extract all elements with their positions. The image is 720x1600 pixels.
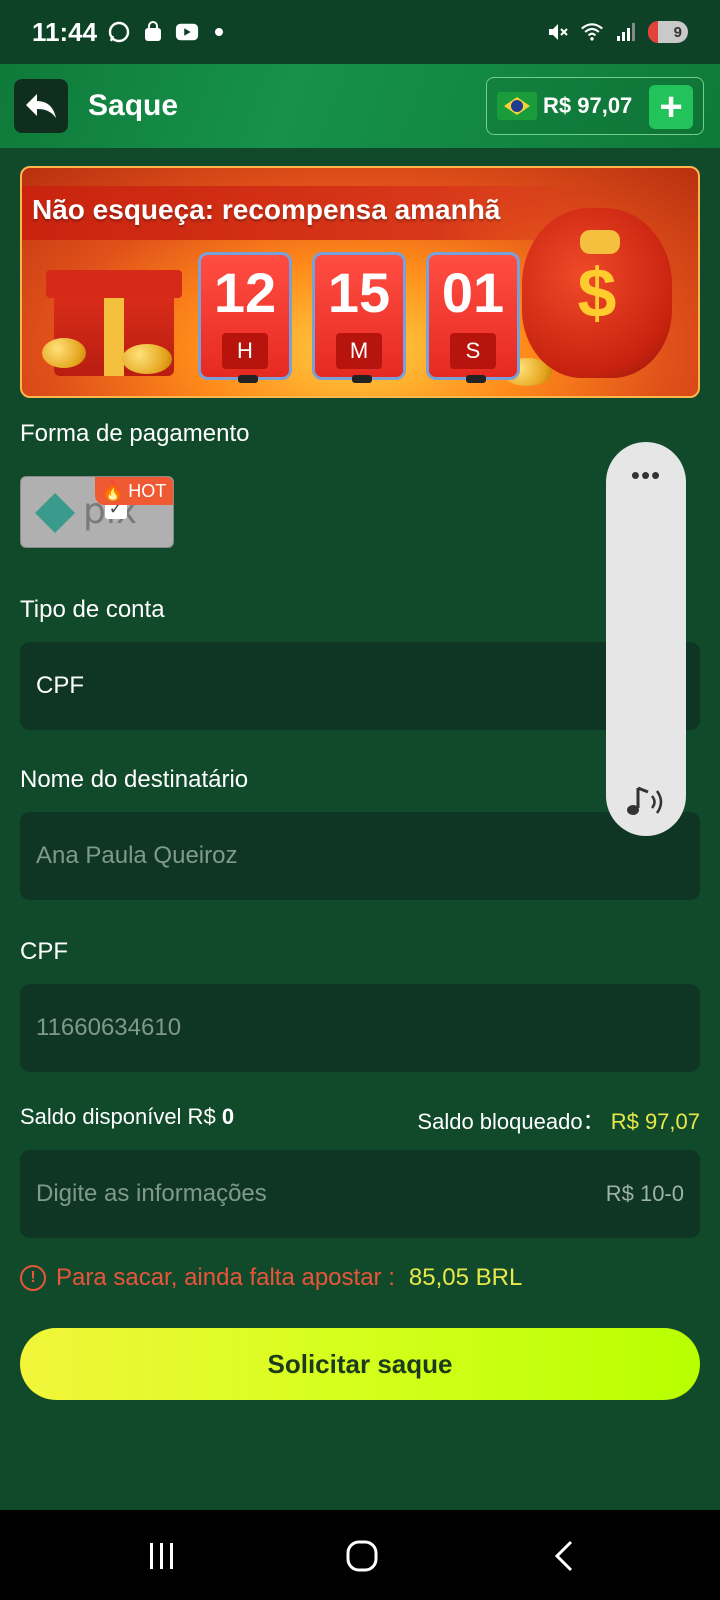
- timer-seconds: 01 S: [426, 252, 520, 383]
- wifi-icon: [580, 20, 604, 44]
- sound-icon[interactable]: [624, 782, 668, 822]
- header-bar: Saque R$ 97,07 +: [0, 64, 720, 148]
- timer-seconds-unit: S: [450, 333, 496, 369]
- floating-side-panel[interactable]: •••: [606, 442, 686, 836]
- request-withdraw-button[interactable]: Solicitar saque: [20, 1328, 700, 1400]
- recipient-name-field[interactable]: Ana Paula Queiroz: [20, 812, 700, 900]
- warning-amount: 85,05 BRL: [408, 1264, 523, 1291]
- blocked-balance: Saldo bloqueado： R$ 97,07: [417, 1104, 700, 1136]
- timer-minutes-value: 15: [327, 261, 391, 324]
- account-type-select[interactable]: CPF: [20, 642, 700, 730]
- notification-dot-icon: [215, 28, 224, 36]
- banner-title: Não esqueça: recompensa amanhã: [32, 194, 501, 225]
- back-button[interactable]: [14, 79, 68, 133]
- system-nav-bar: [0, 1510, 720, 1600]
- coin-icon: [122, 344, 172, 374]
- bag-knot: [580, 230, 620, 254]
- account-type-label: Tipo de conta: [20, 596, 165, 623]
- status-right: 9: [546, 20, 688, 44]
- status-left: 11:44: [32, 16, 224, 48]
- payment-method-label: Forma de pagamento: [20, 420, 250, 447]
- mute-icon: [546, 20, 570, 44]
- shopping-bag-icon: [141, 20, 165, 44]
- hot-badge-label: HOT: [128, 480, 167, 501]
- available-balance-label: Saldo disponível R$: [20, 1104, 216, 1129]
- timer-minutes-unit: M: [336, 333, 382, 369]
- signal-icon: [614, 20, 638, 44]
- status-bar: 11:44 9: [0, 0, 720, 64]
- coin-icon: [42, 338, 86, 368]
- timer-hours: 12 H: [198, 252, 292, 383]
- warning-text: Para sacar, ainda falta apostar :: [56, 1264, 395, 1291]
- timer-minutes: 15 M: [312, 252, 406, 383]
- page-title: Saque: [88, 89, 179, 122]
- battery-level: 9: [673, 23, 682, 41]
- home-icon[interactable]: [332, 1534, 392, 1578]
- withdraw-amount-input[interactable]: Digite as informações R$ 10-0: [20, 1150, 700, 1238]
- timer-hours-unit: H: [222, 333, 268, 369]
- blocked-balance-label: Saldo bloqueado：: [417, 1109, 605, 1134]
- brazil-flag-icon: [497, 92, 537, 120]
- back-nav-icon[interactable]: [534, 1534, 594, 1578]
- pix-payment-option[interactable]: pix ✓ 🔥 HOT: [20, 476, 174, 548]
- reward-banner[interactable]: Não esqueça: recompensa amanhã $ 12 H 15…: [20, 166, 700, 398]
- recent-apps-icon[interactable]: [132, 1534, 192, 1578]
- account-type-value: CPF: [36, 672, 84, 699]
- recipient-name-value: Ana Paula Queiroz: [36, 842, 238, 869]
- balance-info-row: Saldo disponível R$ 0 Saldo bloqueado： R…: [20, 1104, 700, 1134]
- recipient-label: Nome do destinatário: [20, 766, 249, 793]
- battery-icon: 9: [648, 21, 688, 43]
- hot-badge: 🔥 HOT: [95, 477, 173, 505]
- youtube-icon: [175, 20, 199, 44]
- pix-logo-icon: [35, 493, 75, 533]
- cpf-label: CPF: [20, 938, 68, 965]
- more-options-icon[interactable]: •••: [606, 460, 686, 491]
- deposit-plus-button[interactable]: +: [649, 85, 693, 129]
- fire-icon: 🔥: [101, 480, 125, 501]
- cpf-value: 11660634610: [36, 1014, 182, 1041]
- status-time: 11:44: [32, 16, 98, 47]
- blocked-balance-value: R$ 97,07: [610, 1109, 700, 1134]
- back-arrow-icon: [26, 94, 56, 118]
- available-balance: Saldo disponível R$ 0: [20, 1104, 234, 1130]
- balance-amount: R$ 97,07: [543, 93, 633, 118]
- timer-hours-value: 12: [213, 261, 277, 324]
- available-balance-value: 0: [221, 1104, 235, 1129]
- balance-box[interactable]: R$ 97,07 +: [486, 77, 704, 135]
- timer-seconds-value: 01: [441, 261, 505, 324]
- withdraw-amount-placeholder: Digite as informações: [36, 1180, 267, 1207]
- whatsapp-icon: [107, 20, 131, 44]
- bet-requirement-warning: ! Para sacar, ainda falta apostar : 85,0…: [20, 1262, 522, 1294]
- withdraw-amount-range: R$ 10-0: [605, 1181, 684, 1206]
- warning-icon: !: [20, 1265, 46, 1291]
- cpf-field[interactable]: 11660634610: [20, 984, 700, 1072]
